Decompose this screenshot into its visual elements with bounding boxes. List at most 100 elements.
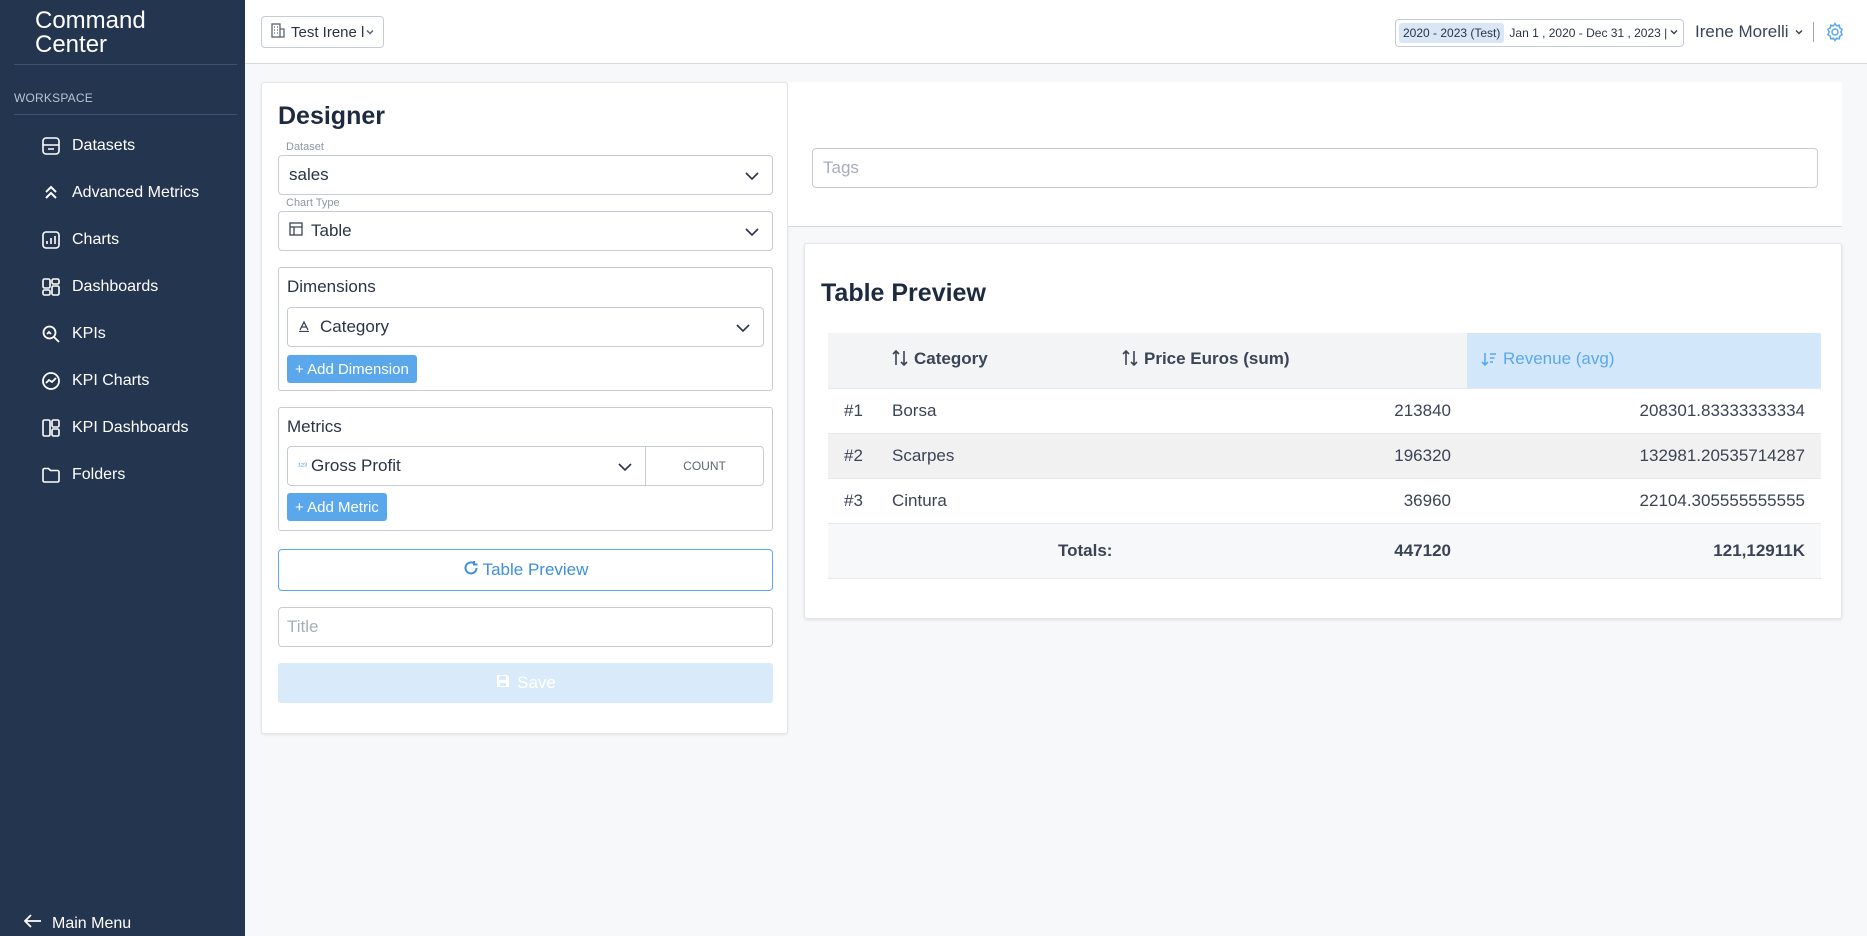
cell-price: 36960 bbox=[1122, 477, 1467, 523]
dimension-value: Category bbox=[320, 317, 389, 336]
add-dimension-button[interactable]: + Add Dimension bbox=[287, 355, 417, 383]
table-header-row: Category Price Euros (sum) Revenue (avg) bbox=[828, 333, 1821, 388]
brand-line-2: Center bbox=[35, 31, 108, 58]
sort-icon bbox=[1122, 349, 1138, 372]
preview-table: Category Price Euros (sum) Revenue (avg)… bbox=[828, 333, 1821, 579]
cell-category: Scarpes bbox=[892, 432, 1122, 478]
workspace-selector[interactable]: Test Irene l bbox=[261, 16, 384, 48]
save-label: Save bbox=[517, 673, 556, 692]
kpi-search-icon bbox=[40, 323, 62, 345]
dimension-select[interactable]: Category bbox=[287, 307, 764, 347]
table-row: #2 Scarpes 196320 132981.20535714287 bbox=[828, 432, 1821, 478]
column-header-label: Revenue (avg) bbox=[1503, 348, 1615, 368]
table-preview-button[interactable]: Table Preview bbox=[278, 549, 773, 591]
totals-label: Totals: bbox=[1058, 540, 1113, 560]
text-type-icon bbox=[298, 317, 310, 337]
sidebar-item-label: Charts bbox=[72, 230, 120, 248]
cell-price: 196320 bbox=[1122, 432, 1467, 478]
title-input[interactable] bbox=[278, 607, 773, 647]
brand-title: Command Center bbox=[35, 9, 146, 57]
column-header-label: Category bbox=[914, 348, 988, 368]
sort-icon bbox=[892, 349, 908, 372]
metrics-title: Metrics bbox=[287, 417, 342, 436]
row-rank: #3 bbox=[828, 477, 892, 523]
sidebar-item-label: Datasets bbox=[72, 136, 136, 154]
save-icon bbox=[495, 673, 511, 694]
save-button[interactable]: Save bbox=[278, 663, 773, 703]
sort-descending-icon bbox=[1481, 351, 1497, 372]
sidebar-nav: Datasets Advanced Metrics Charts Dashboa… bbox=[0, 122, 245, 498]
chevron-down-icon bbox=[1669, 26, 1679, 40]
workspace-name: Test Irene l bbox=[291, 23, 365, 41]
sidebar-item-label: KPIs bbox=[72, 324, 106, 342]
cell-category: Cintura bbox=[892, 477, 1122, 523]
preview-title: Table Preview bbox=[821, 279, 986, 307]
chart-type-select[interactable]: Table bbox=[278, 211, 773, 251]
column-header-rank bbox=[828, 333, 892, 388]
chevron-down-icon bbox=[744, 224, 760, 245]
chevron-down-icon bbox=[365, 24, 375, 41]
chevron-down-icon bbox=[617, 459, 633, 480]
cell-category: Borsa bbox=[892, 387, 1122, 433]
metric-aggregation-select[interactable]: COUNT bbox=[645, 446, 764, 486]
dataset-label: Dataset bbox=[286, 141, 324, 153]
settings-button[interactable] bbox=[1825, 22, 1845, 42]
sidebar: Command Center WORKSPACE Datasets Advanc… bbox=[0, 0, 245, 936]
table-preview-card: Table Preview Category Price Euros (sum) bbox=[804, 243, 1842, 619]
workspace-section-label: WORKSPACE bbox=[14, 91, 93, 105]
gear-icon bbox=[1825, 22, 1845, 46]
column-header-price[interactable]: Price Euros (sum) bbox=[1122, 333, 1467, 388]
sidebar-item-label: KPI Dashboards bbox=[72, 418, 189, 436]
table-preview-label: Table Preview bbox=[482, 560, 589, 579]
dimensions-group: Dimensions Category + Add Dimension bbox=[278, 267, 773, 391]
chart-type-value: Table bbox=[311, 221, 352, 240]
refresh-icon bbox=[463, 560, 479, 581]
dimensions-title: Dimensions bbox=[287, 277, 376, 296]
sidebar-item-dashboards[interactable]: Dashboards bbox=[0, 263, 245, 310]
sidebar-item-kpi-charts[interactable]: KPI Charts bbox=[0, 357, 245, 404]
dataset-value: sales bbox=[289, 165, 329, 184]
sidebar-item-label: Advanced Metrics bbox=[72, 183, 200, 201]
cell-revenue: 132981.20535714287 bbox=[1467, 432, 1821, 478]
dataset-select[interactable]: sales bbox=[278, 155, 773, 195]
kpi-dashboard-icon bbox=[40, 417, 62, 439]
add-metric-button[interactable]: + Add Metric bbox=[287, 493, 387, 521]
divider bbox=[14, 64, 237, 65]
sidebar-item-kpi-dashboards[interactable]: KPI Dashboards bbox=[0, 404, 245, 451]
sidebar-item-kpis[interactable]: KPIs bbox=[0, 310, 245, 357]
sidebar-item-charts[interactable]: Charts bbox=[0, 216, 245, 263]
divider bbox=[14, 114, 237, 115]
number-type-icon: ¹²³ bbox=[298, 461, 307, 471]
kpi-chart-icon bbox=[40, 370, 62, 392]
chevrons-up-icon bbox=[40, 182, 62, 204]
table-icon bbox=[289, 221, 303, 241]
brand-line-1: Command bbox=[35, 7, 146, 34]
sidebar-item-advanced-metrics[interactable]: Advanced Metrics bbox=[0, 169, 245, 216]
cell-revenue: 208301.83333333334 bbox=[1467, 387, 1821, 433]
chevron-down-icon bbox=[1794, 22, 1804, 42]
sidebar-item-folders[interactable]: Folders bbox=[0, 451, 245, 498]
table-row: #3 Cintura 36960 22104.305555555555 bbox=[828, 477, 1821, 523]
tags-input[interactable] bbox=[812, 148, 1818, 188]
metric-value: Gross Profit bbox=[311, 456, 401, 475]
date-range-text: Jan 1 , 2020 - Dec 31 , 2023 | bbox=[1509, 26, 1668, 40]
chart-icon bbox=[40, 229, 62, 251]
totals-price: 447120 bbox=[1394, 540, 1451, 560]
sidebar-item-label: Folders bbox=[72, 465, 126, 483]
dashboard-icon bbox=[40, 276, 62, 298]
metric-select[interactable]: ¹²³ Gross Profit bbox=[287, 446, 646, 486]
table-row: #1 Borsa 213840 208301.83333333334 bbox=[828, 387, 1821, 433]
sidebar-item-datasets[interactable]: Datasets bbox=[0, 122, 245, 169]
cell-revenue: 22104.305555555555 bbox=[1467, 477, 1821, 523]
designer-title: Designer bbox=[278, 102, 385, 130]
building-icon bbox=[270, 22, 286, 42]
date-range-selector[interactable]: 2020 - 2023 (Test) Jan 1 , 2020 - Dec 31… bbox=[1395, 19, 1684, 47]
main-menu-label: Main Menu bbox=[52, 914, 132, 932]
main-menu-link[interactable]: Main Menu bbox=[23, 914, 132, 933]
user-menu[interactable]: Irene Morelli bbox=[1695, 22, 1804, 42]
totals-price-cell: Totals: 447120 bbox=[1058, 522, 1467, 579]
column-header-category[interactable]: Category bbox=[892, 333, 1122, 388]
chevron-down-icon bbox=[735, 320, 751, 341]
column-header-revenue[interactable]: Revenue (avg) bbox=[1467, 333, 1821, 388]
divider bbox=[1813, 22, 1814, 42]
